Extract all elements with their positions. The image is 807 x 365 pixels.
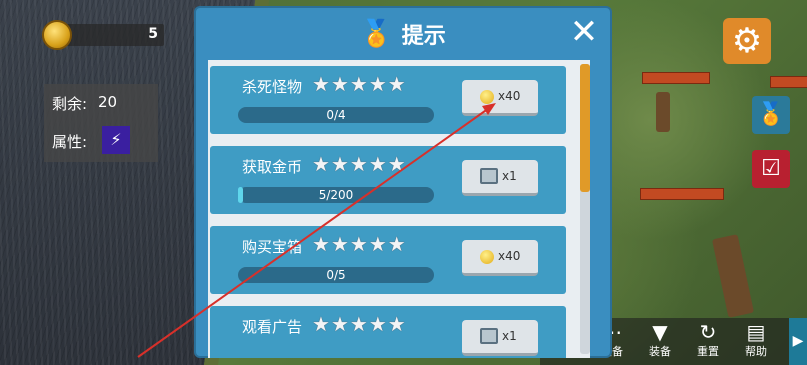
dialog-header: 🏅 提示 <box>196 18 610 54</box>
remaining-value: 20 <box>98 93 118 111</box>
coin-icon <box>480 90 494 104</box>
star-rating: ★★★★★ <box>312 74 407 94</box>
log <box>656 92 670 132</box>
task-progress-bar: 5/200 <box>238 187 434 203</box>
coin-count: 5 <box>148 26 158 42</box>
reward-button[interactable]: x40 <box>462 240 538 276</box>
log <box>711 234 755 318</box>
reward-quantity: x1 <box>502 329 517 343</box>
medal-icon: 🏅 <box>360 19 393 49</box>
reward-button[interactable]: x1 <box>462 320 538 356</box>
star-icon: ★ <box>368 232 387 256</box>
star-rating: ★★★★★ <box>312 314 407 334</box>
fence <box>640 188 724 200</box>
expand-arrow-button[interactable]: ▶ <box>789 318 807 365</box>
reward-button[interactable]: x1 <box>462 160 538 196</box>
star-rating: ★★★★★ <box>312 154 407 174</box>
coin-icon <box>480 250 494 264</box>
task-card: 杀死怪物 ★★★★★ 0/4 x40 <box>210 66 566 134</box>
task-title: 购买宝箱 <box>242 238 303 256</box>
task-list[interactable]: 杀死怪物 ★★★★★ 0/4 x40 获取金币 ★★★★★ 5/200 x1 购… <box>208 60 590 358</box>
task-title: 获取金币 <box>242 158 303 176</box>
settings-button[interactable]: ⚙ <box>723 18 771 64</box>
bottom-bar-label: 重置 <box>697 345 719 358</box>
task-progress-bar: 0/4 <box>238 107 434 123</box>
lightning-icon[interactable]: ⚡ <box>102 126 130 154</box>
star-icon: ★ <box>368 152 387 176</box>
progress-text: 0/5 <box>326 268 346 282</box>
star-icon: ★ <box>368 312 387 336</box>
star-icon: ★ <box>330 312 349 336</box>
remaining-label: 剩余: <box>52 95 88 113</box>
star-icon: ★ <box>368 72 387 96</box>
reward-quantity: x40 <box>498 89 521 103</box>
dialog-title: 提示 <box>401 24 446 49</box>
task-title: 观看广告 <box>242 318 303 336</box>
bottom-bar-label: 装备 <box>649 345 671 358</box>
fence <box>642 72 710 84</box>
gear-icon: ⚙ <box>731 21 763 61</box>
star-icon: ★ <box>330 152 349 176</box>
task-card: 购买宝箱 ★★★★★ 0/5 x40 <box>210 226 566 294</box>
fence <box>770 76 807 88</box>
task-dialog: 🏅 提示 ✕ 杀死怪物 ★★★★★ 0/4 x40 获取金币 ★★★★★ 5/2… <box>194 6 612 358</box>
star-icon: ★ <box>330 72 349 96</box>
progress-text: 0/4 <box>326 108 346 122</box>
star-icon: ★ <box>312 232 330 256</box>
bottom-bar-item[interactable]: ↻ 重置 <box>688 320 728 364</box>
task-progress-bar: 0/5 <box>238 267 434 283</box>
star-icon: ★ <box>349 152 368 176</box>
star-icon: ★ <box>312 152 330 176</box>
star-icon: ★ <box>330 232 349 256</box>
status-panel: 剩余: 20 属性: ⚡ <box>44 84 158 162</box>
star-rating: ★★★★★ <box>312 234 407 254</box>
checklist-icon: ☑ <box>761 156 781 181</box>
bottom-bar-item[interactable]: ▤ 帮助 <box>736 320 776 364</box>
star-icon: ★ <box>312 72 330 96</box>
reward-quantity: x40 <box>498 249 521 263</box>
bottom-bar-item[interactable]: ▼ 装备 <box>640 320 680 364</box>
medal-button[interactable]: 🏅 <box>752 96 790 134</box>
coin-counter: 5 <box>42 20 164 50</box>
help-icon: ▤ <box>746 320 766 344</box>
bottom-bar-label: 帮助 <box>745 345 767 358</box>
star-icon: ★ <box>387 152 406 176</box>
reset-icon: ↻ <box>699 320 717 344</box>
close-icon: ✕ <box>569 12 599 52</box>
star-icon: ★ <box>349 232 368 256</box>
star-icon: ★ <box>312 312 330 336</box>
attribute-label: 属性: <box>52 133 88 151</box>
task-card: 观看广告 ★★★★★ x1 <box>210 306 566 358</box>
star-icon: ★ <box>387 72 406 96</box>
star-icon: ★ <box>349 312 368 336</box>
task-card: 获取金币 ★★★★★ 5/200 x1 <box>210 146 566 214</box>
star-icon: ★ <box>349 72 368 96</box>
star-icon: ★ <box>387 312 406 336</box>
chest-icon <box>480 328 498 344</box>
task-title: 杀死怪物 <box>242 78 303 96</box>
coin-icon <box>42 20 72 50</box>
tasks-button[interactable]: ☑ <box>752 150 790 188</box>
reward-button[interactable]: x40 <box>462 80 538 116</box>
progress-text: 5/200 <box>318 188 354 202</box>
reward-quantity: x1 <box>502 169 517 183</box>
vest-icon: ▼ <box>652 320 668 344</box>
star-icon: ★ <box>387 232 406 256</box>
medal-icon: 🏅 <box>757 102 785 127</box>
close-button[interactable]: ✕ <box>568 15 600 49</box>
scrollbar-thumb[interactable] <box>580 64 590 192</box>
chest-icon <box>480 168 498 184</box>
